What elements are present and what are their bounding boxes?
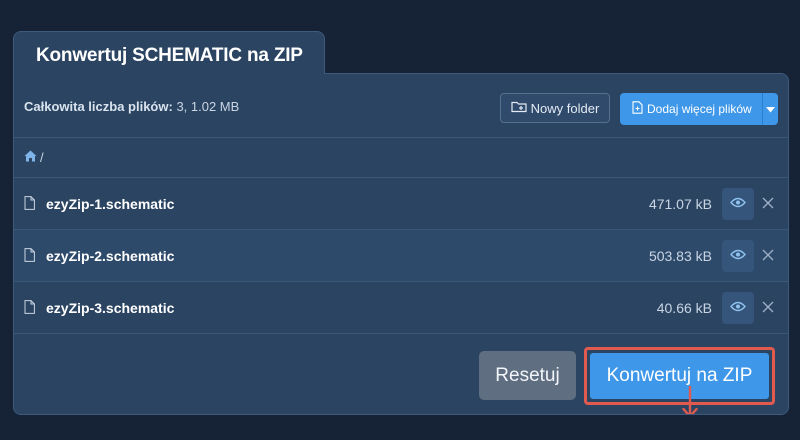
close-icon[interactable] <box>762 196 774 214</box>
add-files-main[interactable]: Dodaj więcej plików <box>620 101 762 117</box>
eye-icon <box>730 247 746 265</box>
toolbar: Całkowita liczba plików: 3, 1.02 MB Nowy… <box>14 74 788 138</box>
file-summary: Całkowita liczba plików: 3, 1.02 MB <box>24 99 239 114</box>
file-name: ezyZip-3.schematic <box>46 300 175 316</box>
folder-plus-icon <box>511 100 527 116</box>
tab-connector <box>14 72 324 76</box>
file-icon <box>24 300 35 319</box>
file-row: ezyZip-3.schematic 40.66 kB <box>14 282 788 334</box>
file-icon <box>24 248 35 267</box>
add-files-label: Dodaj więcej plików <box>647 102 752 116</box>
close-icon[interactable] <box>762 300 774 318</box>
file-plus-icon <box>632 101 643 117</box>
breadcrumb-separator: / <box>40 149 44 165</box>
file-icon <box>24 196 35 215</box>
file-row: ezyZip-1.schematic 471.07 kB <box>14 178 788 230</box>
preview-button[interactable] <box>722 188 754 220</box>
chevron-down-icon <box>766 102 775 116</box>
add-files-dropdown[interactable] <box>763 102 778 116</box>
file-size: 471.07 kB <box>648 196 712 212</box>
converter-panel: Całkowita liczba plików: 3, 1.02 MB Nowy… <box>13 73 789 415</box>
summary-value: 3, 1.02 MB <box>176 99 240 114</box>
file-size: 40.66 kB <box>656 300 712 316</box>
reset-button[interactable]: Resetuj <box>479 351 576 400</box>
summary-label: Całkowita liczba plików: <box>24 99 173 114</box>
eye-icon <box>730 299 746 317</box>
home-icon[interactable] <box>24 150 37 165</box>
file-row: ezyZip-2.schematic 503.83 kB <box>14 230 788 282</box>
file-name: ezyZip-1.schematic <box>46 196 175 212</box>
eye-icon <box>730 195 746 213</box>
tab-title: Konwertuj SCHEMATIC na ZIP <box>36 45 303 66</box>
preview-button[interactable] <box>722 240 754 272</box>
breadcrumb: / <box>14 137 788 178</box>
file-name: ezyZip-2.schematic <box>46 248 175 264</box>
new-folder-button[interactable]: Nowy folder <box>500 93 610 123</box>
close-icon[interactable] <box>762 248 774 266</box>
preview-button[interactable] <box>722 292 754 324</box>
add-files-button[interactable]: Dodaj więcej plików <box>620 93 778 125</box>
file-size: 503.83 kB <box>648 248 712 264</box>
new-folder-label: Nowy folder <box>530 100 600 116</box>
arrow-down-icon <box>682 385 698 414</box>
convert-button[interactable]: Konwertuj na ZIP <box>590 353 769 399</box>
